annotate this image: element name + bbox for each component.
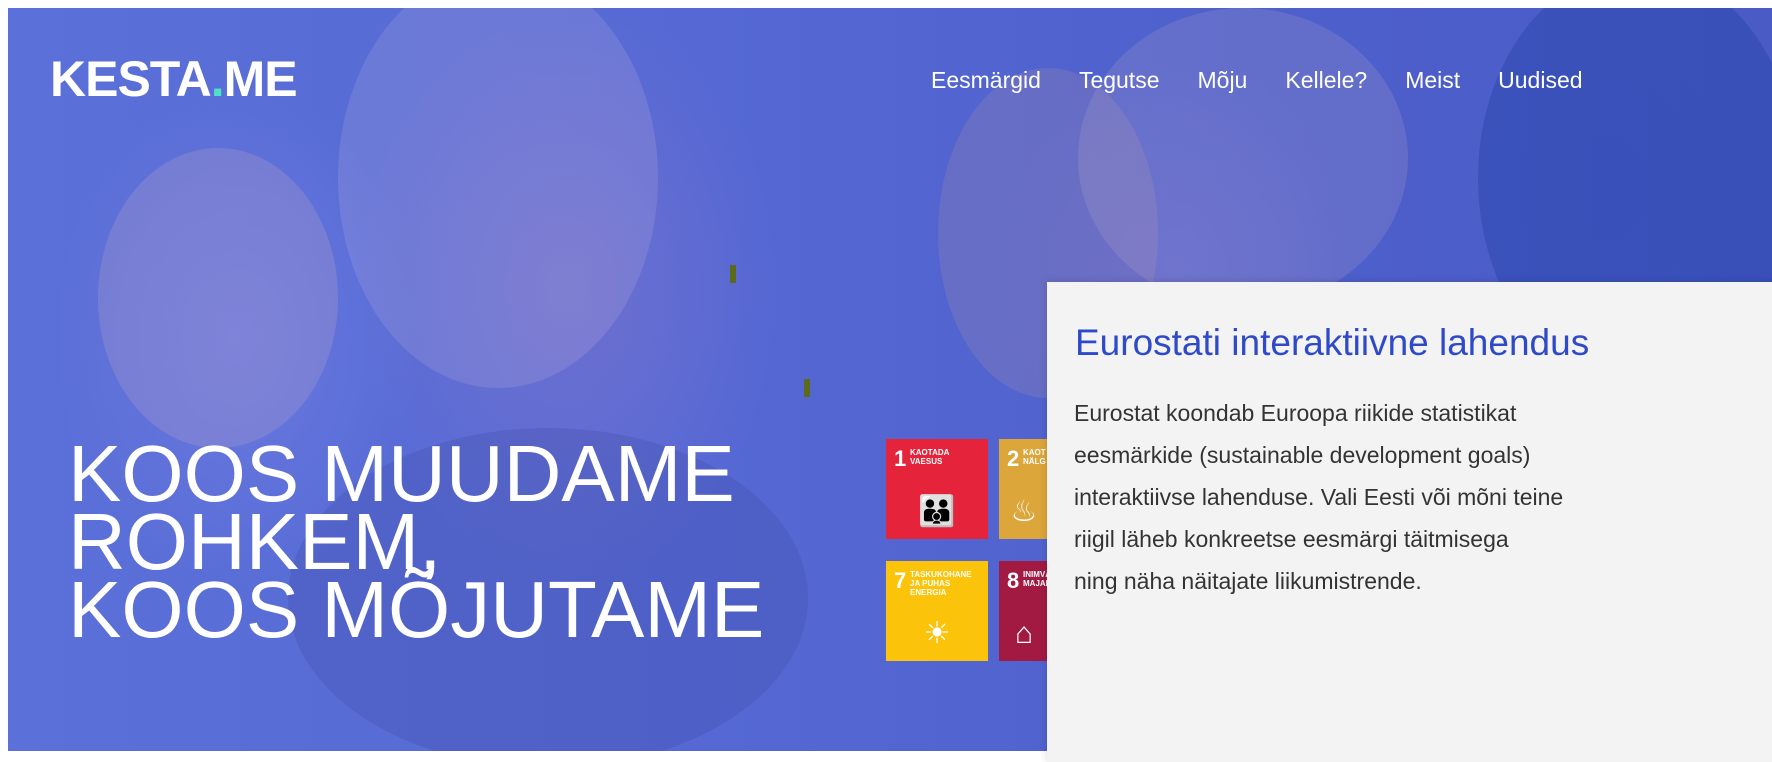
image-artifact-mark bbox=[804, 379, 810, 397]
sdg-number: 8 bbox=[1007, 568, 1020, 593]
hero-photo-person-left bbox=[98, 148, 338, 448]
hero-headline: KOOS MUUDAME ROHKEM, KOOS MÕJUTAME bbox=[68, 434, 765, 654]
sdg-number: 2 bbox=[1007, 446, 1020, 471]
sdg-tile-1[interactable]: 1 KAOTADA VAESUS 👪 bbox=[886, 439, 988, 539]
hero-photo-person-center bbox=[338, 8, 658, 388]
sdg-label: INIMVÄ MAJAND bbox=[1023, 570, 1047, 588]
bowl-icon: ♨ bbox=[1010, 495, 1038, 528]
nav-item-uudised[interactable]: Uudised bbox=[1498, 66, 1582, 94]
sdg-number: 7 bbox=[894, 568, 907, 593]
sdg-label: KAOTADA VAESUS bbox=[910, 448, 950, 466]
image-artifact-mark bbox=[730, 265, 736, 283]
logo-text: KESTA bbox=[50, 51, 212, 107]
hero-photo-person-far-right bbox=[1078, 8, 1408, 308]
logo-suffix: ME bbox=[223, 51, 298, 107]
card-body: Eurostat koondab Euroopa riikide statist… bbox=[1074, 400, 1564, 594]
growth-icon: ⌂ bbox=[1014, 617, 1034, 650]
family-icon: 👪 bbox=[918, 495, 956, 528]
nav-item-moju[interactable]: Mõju bbox=[1198, 66, 1248, 94]
sdg-label: KAOT NÄLG bbox=[1023, 448, 1046, 466]
nav-item-tegutse[interactable]: Tegutse bbox=[1079, 66, 1160, 94]
sdg-tile-2[interactable]: 2 KAOT NÄLG ♨ bbox=[999, 439, 1049, 539]
sdg-number: 1 bbox=[894, 446, 907, 471]
sdg-label: TASKUKOHANE JA PUHAS ENERGIA bbox=[910, 570, 972, 597]
nav-item-eesmargid[interactable]: Eesmärgid bbox=[931, 66, 1041, 94]
logo-dot: . bbox=[210, 51, 225, 107]
sdg-tile-8[interactable]: 8 INIMVÄ MAJAND ⌂ bbox=[999, 561, 1049, 661]
nav-item-kellele[interactable]: Kellele? bbox=[1285, 66, 1367, 94]
main-nav: Eesmärgid Tegutse Mõju Kellele? Meist Uu… bbox=[931, 66, 1621, 94]
sdg-tile-7[interactable]: 7 TASKUKOHANE JA PUHAS ENERGIA ☀ bbox=[886, 561, 988, 661]
site-logo[interactable]: KESTA.ME bbox=[50, 51, 298, 107]
card-title[interactable]: Eurostati interaktiivne lahendus bbox=[1075, 322, 1589, 364]
headline-line-3: KOOS MÕJUTAME bbox=[68, 565, 765, 654]
info-card: Eurostati interaktiivne lahendus Eurosta… bbox=[1047, 282, 1772, 762]
sun-power-icon: ☀ bbox=[923, 617, 951, 650]
nav-item-meist[interactable]: Meist bbox=[1405, 66, 1460, 94]
